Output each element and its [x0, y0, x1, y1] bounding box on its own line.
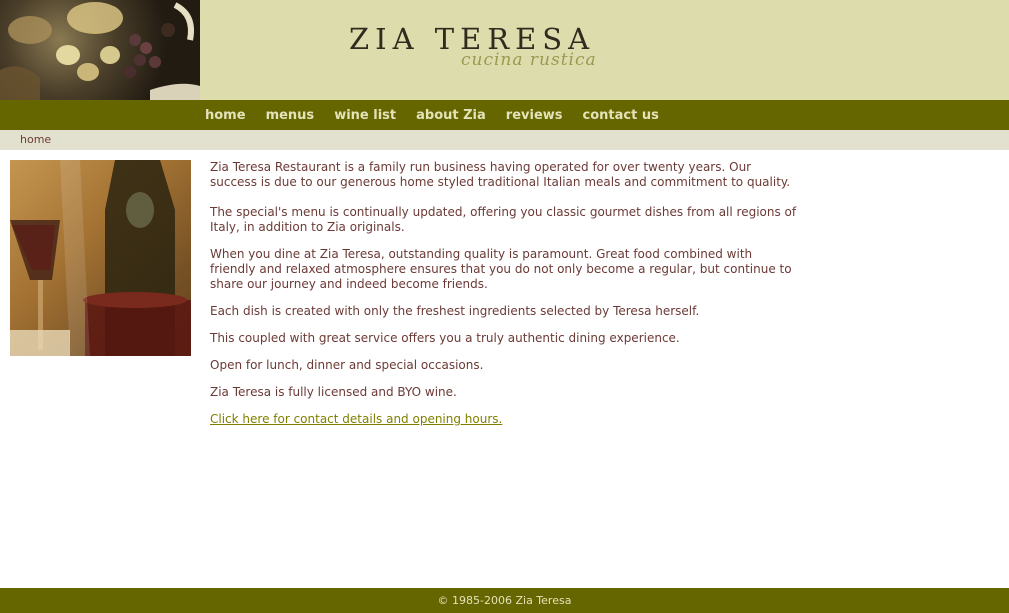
quality-paragraph: When you dine at Zia Teresa, outstanding…	[210, 247, 792, 291]
service-paragraph: This coupled with great service offers y…	[210, 331, 680, 345]
opening-paragraph: Open for lunch, dinner and special occas…	[210, 358, 484, 372]
nav-item-menus[interactable]: menus	[266, 108, 315, 123]
licensed-paragraph: Zia Teresa is fully licensed and BYO win…	[210, 385, 457, 399]
wine-glasses-photo	[10, 160, 191, 356]
specials-paragraph: The special's menu is continually update…	[210, 205, 797, 234]
main-content: Zia Teresa Restaurant is a family run bu…	[210, 160, 800, 439]
nav-item-wine-list[interactable]: wine list	[334, 108, 396, 123]
ingredients-paragraph: Each dish is created with only the fresh…	[210, 304, 700, 318]
header-vegetables-photo	[0, 0, 200, 100]
intro-paragraph: Zia Teresa Restaurant is a family run bu…	[210, 160, 791, 189]
nav-item-home[interactable]: home	[205, 108, 246, 123]
site-logo[interactable]: ZIA TERESA cucina rustica	[349, 22, 629, 78]
nav-item-contact-us[interactable]: contact us	[583, 108, 659, 123]
copyright-text: © 1985-2006 Zia Teresa	[437, 594, 572, 607]
site-header: ZIA TERESA cucina rustica	[0, 0, 1009, 100]
breadcrumb-home-link[interactable]: home	[20, 133, 51, 146]
breadcrumb: home	[0, 130, 1009, 150]
contact-paragraph: Click here for contact details and openi…	[210, 412, 800, 427]
main-navigation: home menus wine list about Zia reviews c…	[0, 100, 1009, 130]
nav-list: home menus wine list about Zia reviews c…	[205, 100, 679, 130]
contact-details-link[interactable]: Click here for contact details and openi…	[210, 412, 502, 426]
nav-item-reviews[interactable]: reviews	[506, 108, 563, 123]
site-footer: © 1985-2006 Zia Teresa	[0, 588, 1009, 613]
nav-item-about-zia[interactable]: about Zia	[416, 108, 486, 123]
logo-subtitle: cucina rustica	[461, 50, 597, 70]
